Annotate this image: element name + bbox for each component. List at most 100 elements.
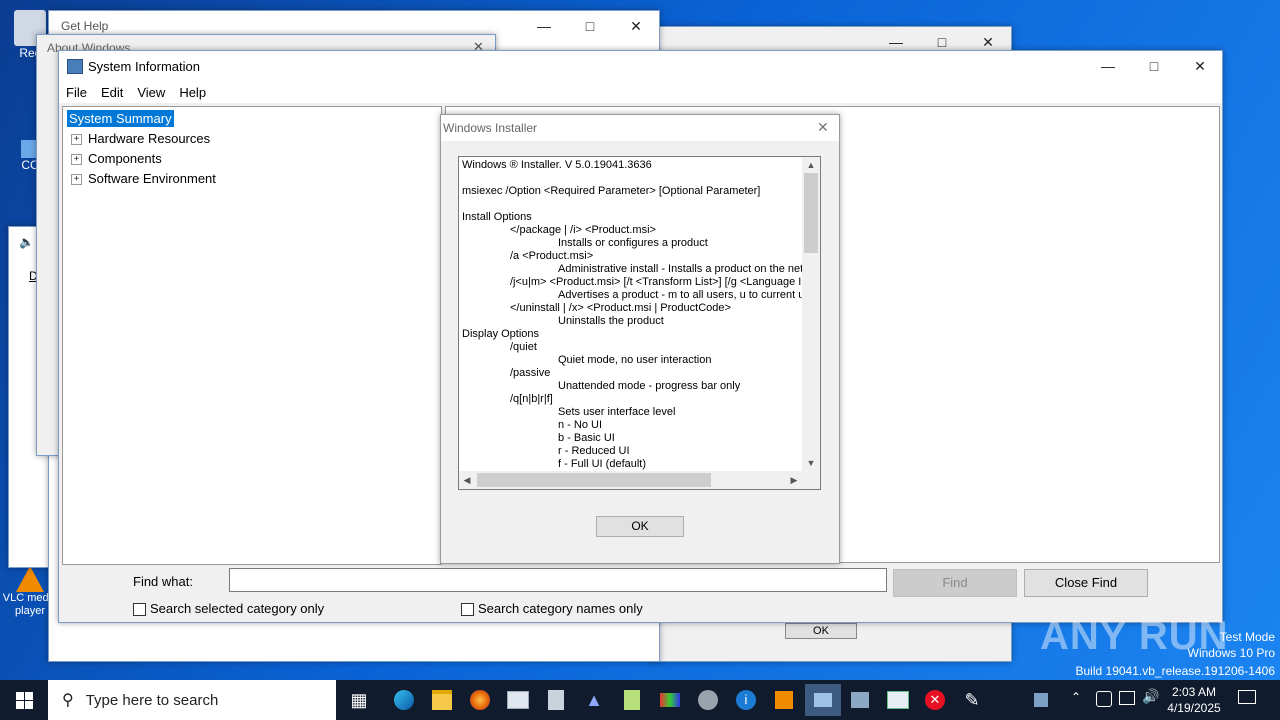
scroll-down-arrow-icon[interactable]: ▼: [802, 455, 820, 471]
usage-line: </package | /i> <Product.msi>: [510, 224, 656, 236]
file-explorer-icon[interactable]: [427, 684, 457, 716]
clock[interactable]: 2:03 AM 4/19/2025: [1162, 684, 1226, 716]
scrollbar-corner: [802, 471, 820, 489]
volume-icon[interactable]: 🔊: [1142, 688, 1159, 705]
search-selected-checkbox[interactable]: Search selected category only: [133, 601, 325, 617]
search-icon: ⚲: [62, 692, 74, 709]
maximize-icon[interactable]: □: [1131, 51, 1177, 81]
network-app-icon[interactable]: [1030, 684, 1052, 716]
scroll-thumb[interactable]: [477, 473, 711, 487]
usage-line: [462, 198, 802, 211]
checkbox-box[interactable]: [461, 603, 474, 617]
menu-bar: File Edit View Help: [59, 81, 1222, 103]
clock-date: 4/19/2025: [1167, 701, 1221, 715]
minimize-icon[interactable]: —: [1085, 51, 1131, 81]
usage-line: Installs or configures a product: [558, 237, 708, 249]
control-panel-icon[interactable]: [845, 684, 875, 716]
maximize-icon[interactable]: □: [567, 11, 613, 41]
sysinfo-titlebar: System Information — □ ✕: [59, 51, 1222, 81]
usage-line: /passive: [510, 367, 551, 379]
find-button[interactable]: Find: [893, 569, 1017, 597]
checkbox-label: Search selected category only: [150, 601, 325, 616]
close-icon[interactable]: ✕: [1177, 51, 1223, 81]
tree-item-hardware-resources[interactable]: + Hardware Resources: [63, 129, 441, 149]
paint-icon[interactable]: [655, 684, 685, 716]
usage-line: Uninstalls the product: [558, 315, 664, 327]
window-title: Get Help: [61, 19, 109, 33]
scroll-thumb[interactable]: [804, 173, 818, 253]
start-button[interactable]: [0, 680, 48, 720]
notepad-plus-icon[interactable]: [617, 684, 647, 716]
tree-item-label: Hardware Resources: [88, 131, 211, 146]
usage-line: Sets user interface level: [558, 406, 676, 418]
category-tree[interactable]: System Summary + Hardware Resources + Comp…: [62, 106, 442, 565]
expand-icon[interactable]: +: [71, 134, 82, 146]
minimize-icon[interactable]: —: [521, 11, 567, 41]
usage-line: n - No UI: [558, 419, 603, 431]
expand-icon[interactable]: +: [71, 174, 82, 186]
close-find-button[interactable]: Close Find: [1024, 569, 1148, 597]
error-icon[interactable]: ✕: [920, 684, 950, 716]
search-names-checkbox[interactable]: Search category names only: [461, 601, 643, 617]
menu-file[interactable]: File: [66, 85, 87, 100]
firefox-icon[interactable]: [465, 684, 495, 716]
sysinfo-app-icon: [67, 59, 83, 74]
usage-line: /a <Product.msi>: [510, 250, 594, 262]
tree-item-software-environment[interactable]: + Software Environment: [63, 169, 441, 189]
edge-icon[interactable]: [389, 684, 419, 716]
find-input[interactable]: [229, 568, 887, 592]
tree-item-components[interactable]: + Components: [63, 149, 441, 169]
help-chat-icon[interactable]: ✎: [957, 684, 987, 716]
usage-text-box[interactable]: Windows ® Installer. V 5.0.19041.3636 msi…: [458, 156, 821, 490]
watermark-line2: Windows 10 Pro: [1187, 646, 1275, 660]
scroll-left-arrow-icon[interactable]: ◀: [459, 471, 475, 489]
scroll-up-arrow-icon[interactable]: ▲: [802, 157, 820, 173]
speaker-icon: 🔈: [19, 235, 34, 249]
tray-chevron-icon[interactable]: ⌃: [1071, 690, 1081, 704]
app-window-icon[interactable]: [503, 684, 533, 716]
windows-installer-dialog: Windows Installer ✕ Windows ® Installer.…: [440, 114, 840, 564]
horizontal-scrollbar[interactable]: ◀ ▶: [459, 471, 802, 489]
checkbox-box[interactable]: [133, 603, 146, 617]
clipboard-icon[interactable]: [541, 684, 571, 716]
media-icon[interactable]: [693, 684, 723, 716]
system-info-icon[interactable]: [805, 684, 841, 716]
find-label: Find what:: [133, 574, 193, 589]
vlc-cone-icon: [16, 566, 44, 592]
tray-app-icon[interactable]: [1096, 691, 1112, 707]
expand-icon[interactable]: +: [71, 154, 82, 166]
usage-line: Install Options: [462, 211, 532, 223]
usage-line: /j<u|m> <Product.msi> [/t <Transform Lis…: [510, 276, 802, 288]
clock-time: 2:03 AM: [1171, 685, 1217, 699]
close-icon[interactable]: ✕: [613, 11, 659, 41]
task-view-icon[interactable]: ▦: [344, 684, 374, 716]
network-icon[interactable]: [1119, 691, 1135, 705]
usage-line: Advertises a product - m to all users, u…: [558, 289, 802, 301]
notifications-icon[interactable]: [1238, 690, 1256, 704]
usage-line: Administrative install - Installs a prod…: [558, 263, 802, 275]
close-icon[interactable]: ✕: [817, 119, 829, 136]
vlc-icon[interactable]: [769, 684, 799, 716]
menu-view[interactable]: View: [137, 85, 165, 100]
window-title: System Information: [88, 59, 200, 74]
installer-titlebar: Windows Installer ✕: [441, 115, 839, 141]
tree-item-system-summary[interactable]: System Summary: [63, 109, 441, 129]
acrobat-icon[interactable]: ▲: [579, 684, 609, 716]
usage-line: [462, 172, 802, 185]
info-icon[interactable]: i: [731, 684, 761, 716]
usage-line: </uninstall | /x> <Product.msi | Product…: [510, 302, 731, 314]
tree-item-label: Software Environment: [88, 171, 216, 186]
usage-line: Windows ® Installer. V 5.0.19041.3636: [462, 159, 652, 171]
usage-line: msiexec /Option <Required Parameter> [Op…: [462, 185, 761, 197]
ok-button[interactable]: OK: [596, 516, 684, 537]
watermark-line1: Test Mode: [1219, 630, 1275, 644]
search-placeholder: Type here to search: [85, 691, 219, 709]
window-icon[interactable]: [883, 684, 913, 716]
menu-edit[interactable]: Edit: [101, 85, 123, 100]
ok-button-behind[interactable]: OK: [785, 623, 857, 639]
scroll-right-arrow-icon[interactable]: ▶: [786, 471, 802, 489]
menu-help[interactable]: Help: [179, 85, 206, 100]
taskbar-search-box[interactable]: ⚲ Type here to search: [48, 680, 336, 720]
watermark-line3: Build 19041.vb_release.191206-1406: [1075, 664, 1276, 678]
vertical-scrollbar[interactable]: ▲ ▼: [802, 157, 820, 471]
